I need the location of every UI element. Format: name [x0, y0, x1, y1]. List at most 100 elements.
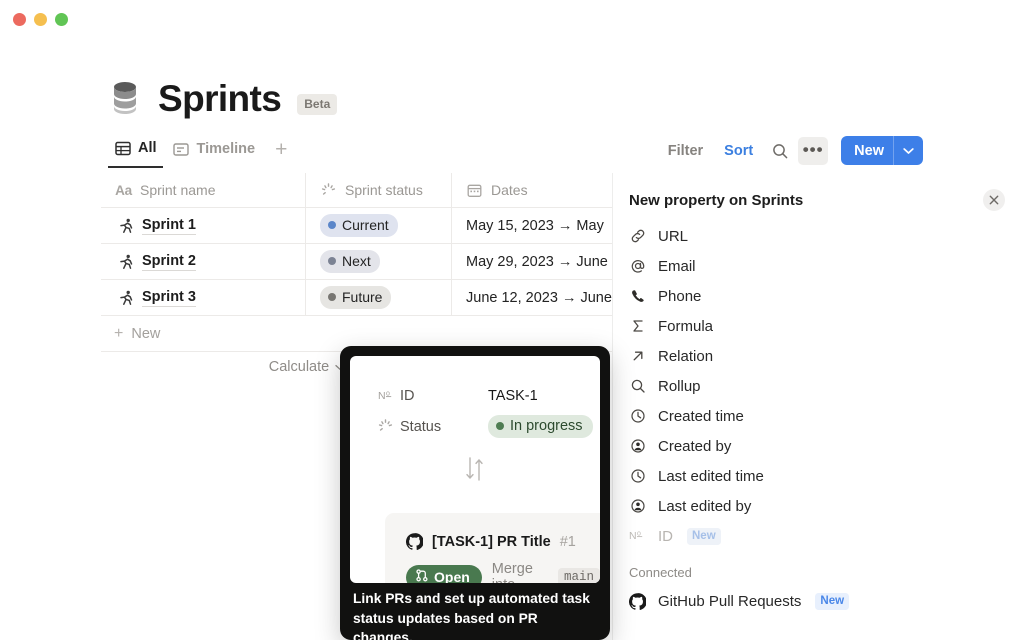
tab-all[interactable]: All — [108, 136, 163, 168]
table-row[interactable]: Sprint 1 Current May 15, 2023 → May — [101, 208, 641, 244]
window-traffic-lights — [13, 13, 68, 26]
property-option-label: Last edited time — [658, 468, 764, 485]
cell-sprint-name[interactable]: Sprint 3 — [101, 280, 306, 315]
property-option-label: Relation — [658, 348, 713, 365]
table-row[interactable]: Sprint 2 Next May 29, 2023 → June — [101, 244, 641, 280]
sigma-icon — [629, 318, 646, 334]
pr-state-label: Open — [434, 569, 470, 584]
property-option-label: Email — [658, 258, 696, 275]
row-name-label: Sprint 2 — [142, 253, 196, 271]
property-option-url[interactable]: URL — [629, 221, 1024, 251]
pr-title-row: [TASK-1] PR Title #1 — [385, 513, 600, 550]
window-close-button[interactable] — [13, 13, 26, 26]
window-maximize-button[interactable] — [55, 13, 68, 26]
view-tabs: All Timeline + — [108, 136, 297, 168]
property-option-last-edited-by[interactable]: Last edited by — [629, 491, 1024, 521]
status-badge: Future — [320, 286, 391, 309]
panel-title: New property on Sprints — [629, 192, 803, 209]
title-aa-icon: Aa — [115, 183, 132, 198]
page-header: Sprints Beta — [108, 78, 337, 118]
cell-sprint-name[interactable]: Sprint 2 — [101, 244, 306, 279]
status-label: Future — [342, 289, 382, 305]
table-row[interactable]: Sprint 3 Future June 12, 2023 → June — [101, 280, 641, 316]
property-option-phone[interactable]: Phone — [629, 281, 1024, 311]
property-option-created-time[interactable]: Created time — [629, 401, 1024, 431]
sort-button[interactable]: Sort — [715, 137, 762, 165]
runner-icon — [115, 218, 137, 234]
new-record-button[interactable]: New — [841, 136, 923, 165]
connected-list: GitHub Pull Requests New — [613, 586, 1024, 616]
popup-id-key: ID — [400, 388, 488, 404]
person-circle-icon — [629, 498, 646, 514]
cell-sprint-status[interactable]: Next — [306, 244, 452, 279]
tab-timeline-label: Timeline — [197, 141, 256, 157]
window-minimize-button[interactable] — [34, 13, 47, 26]
property-option-rollup[interactable]: Rollup — [629, 371, 1024, 401]
popup-status-label: In progress — [510, 418, 583, 434]
property-option-created-by[interactable]: Created by — [629, 431, 1024, 461]
close-icon[interactable] — [983, 189, 1005, 211]
database-icon — [108, 78, 142, 118]
property-option-last-edited-time[interactable]: Last edited time — [629, 461, 1024, 491]
cell-sprint-status[interactable]: Current — [306, 208, 452, 243]
calculate-label: Calculate — [269, 359, 329, 375]
new-badge: New — [815, 593, 849, 610]
property-option-label: Formula — [658, 318, 713, 335]
date-range-label: June 12, 2023 → June — [466, 290, 612, 306]
tab-all-label: All — [138, 140, 157, 156]
arrow-up-right-icon — [629, 348, 646, 364]
pr-state-badge: Open — [406, 565, 482, 584]
github-icon — [406, 533, 423, 550]
column-header-label: Sprint status — [345, 182, 423, 198]
property-option-email[interactable]: Email — [629, 251, 1024, 281]
connected-option-label: GitHub Pull Requests — [658, 593, 801, 610]
add-view-button[interactable]: + — [265, 139, 297, 166]
pr-title-label: [TASK-1] PR Title — [432, 534, 551, 550]
date-range-label: May 29, 2023 → June — [466, 254, 608, 270]
runner-icon — [115, 254, 137, 270]
tab-timeline[interactable]: Timeline — [167, 137, 262, 167]
panel-header: New property on Sprints — [613, 173, 1024, 211]
status-badge: Next — [320, 250, 380, 273]
status-dot-icon — [328, 293, 336, 301]
chevron-down-icon[interactable] — [894, 147, 923, 155]
connected-option-github-pull-requests[interactable]: GitHub Pull Requests New — [629, 586, 1024, 616]
cell-sprint-status[interactable]: Future — [306, 280, 452, 315]
status-label: Next — [342, 253, 371, 269]
search-icon[interactable] — [765, 137, 795, 165]
date-range-label: May 15, 2023 → May — [466, 218, 604, 234]
magnifier-icon — [629, 378, 646, 394]
status-dot-icon — [328, 257, 336, 265]
column-header-label: Dates — [491, 182, 528, 198]
pr-meta-row: Open Merge into main — [385, 550, 600, 583]
github-feature-popup: No ID TASK-1 Status In progress — [340, 346, 610, 640]
table-header-row: Aa Sprint name Sprint status Dates — [101, 173, 641, 208]
status-spinner-icon — [320, 183, 337, 198]
git-pull-request-icon — [416, 569, 428, 584]
property-option-label: URL — [658, 228, 688, 245]
timeline-icon — [173, 142, 190, 157]
property-option-id[interactable]: No ID New — [629, 521, 1024, 551]
cell-sprint-name[interactable]: Sprint 1 — [101, 208, 306, 243]
phone-icon — [629, 288, 646, 304]
svg-text:N: N — [629, 530, 637, 542]
new-property-panel: New property on Sprints URL Email — [612, 173, 1024, 640]
column-header-sprint-name[interactable]: Aa Sprint name — [101, 173, 306, 207]
ellipsis-icon: ••• — [803, 147, 824, 154]
more-options-button[interactable]: ••• — [798, 137, 828, 165]
new-record-label: New — [841, 143, 893, 159]
property-option-formula[interactable]: Formula — [629, 311, 1024, 341]
popup-status-key: Status — [400, 419, 488, 435]
column-header-sprint-status[interactable]: Sprint status — [306, 173, 452, 207]
new-badge: New — [687, 528, 721, 545]
at-icon — [629, 258, 646, 274]
sprints-table: Aa Sprint name Sprint status Dates — [101, 173, 641, 352]
clock-icon — [629, 408, 646, 424]
app-window: Sprints Beta All Timeline + Filter Sort … — [0, 0, 1024, 640]
row-name-label: Sprint 3 — [142, 289, 196, 307]
row-name-label: Sprint 1 — [142, 217, 196, 235]
property-option-relation[interactable]: Relation — [629, 341, 1024, 371]
filter-button[interactable]: Filter — [659, 137, 712, 165]
property-option-label: Created time — [658, 408, 744, 425]
numero-icon: No — [378, 389, 400, 403]
